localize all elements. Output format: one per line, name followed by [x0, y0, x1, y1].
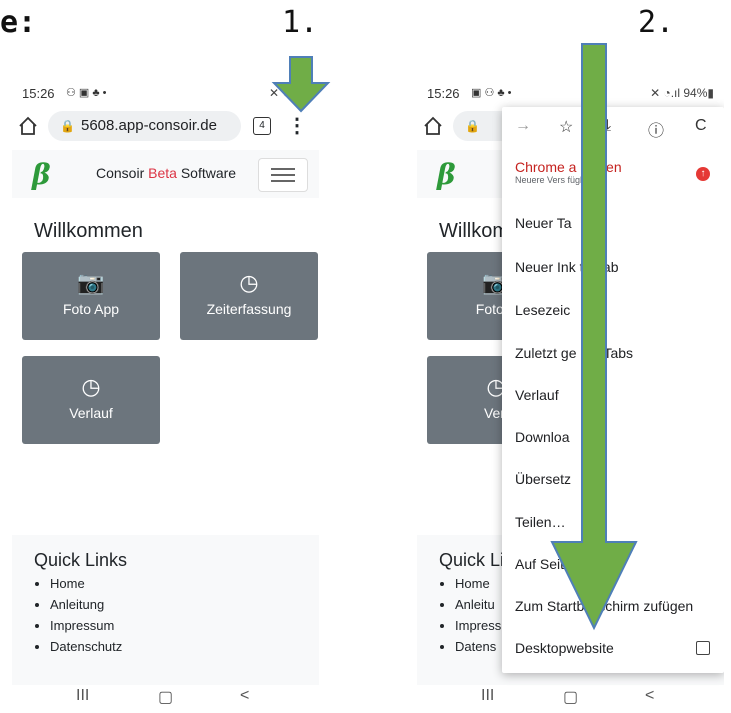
home-button-icon[interactable]: ▢ — [158, 687, 173, 707]
system-nav-bar: III ▢ < — [417, 685, 724, 710]
hamburger-line — [271, 168, 295, 170]
address-bar[interactable]: 🔒 5608.app-consoir.de — [48, 111, 241, 141]
lock-icon: 🔒 — [465, 119, 480, 133]
update-alert-icon: ↑ — [696, 167, 710, 181]
tile-label: Foto App — [62, 301, 120, 317]
down-arrow-annotation — [550, 43, 638, 631]
site-logo[interactable]: β — [32, 158, 51, 191]
home-button-icon[interactable]: ▢ — [563, 687, 578, 707]
desktop-site-checkbox[interactable] — [696, 641, 710, 655]
recents-icon[interactable]: III — [76, 687, 89, 705]
quick-links-list: Home Anleitu Impress Datens — [437, 573, 501, 657]
quick-link-datenschutz[interactable]: Datenschutz — [50, 636, 122, 657]
brand-suffix: Software — [176, 165, 237, 181]
quick-link-anleitung[interactable]: Anleitu — [455, 594, 501, 615]
url-text: 5608.app-consoir.de — [81, 117, 217, 134]
status-bar: 15:26 ⚇ ▣ ♣ • ✕ ◔.ıl 9 — [22, 83, 309, 103]
site-logo[interactable]: β — [437, 158, 456, 191]
tile-label: Verlauf — [69, 405, 113, 421]
menu-item-desktop-site[interactable]: Desktopwebsite — [515, 640, 614, 656]
hamburger-line — [271, 180, 295, 182]
quick-link-home[interactable]: Home — [455, 573, 501, 594]
back-icon[interactable]: < — [645, 687, 654, 705]
home-icon[interactable] — [17, 115, 39, 137]
footer-quick-links: Quick Links Home Anleitung Impressum Dat… — [12, 535, 319, 685]
forward-icon[interactable]: → — [515, 117, 531, 135]
quick-links-list: Home Anleitung Impressum Datenschutz — [32, 573, 122, 657]
quick-link-datenschutz[interactable]: Datens — [455, 636, 501, 657]
status-time: 15:26 — [22, 86, 55, 101]
tile-zeiterfassung[interactable]: ◷ Zeiterfassung — [180, 252, 318, 340]
back-icon[interactable]: < — [240, 687, 249, 705]
step-label-fragment: e: — [0, 5, 37, 40]
system-nav-bar: III ▢ < — [12, 685, 319, 710]
site-brand[interactable]: Consoir Beta Software — [96, 165, 236, 181]
hamburger-line — [271, 174, 295, 176]
quick-link-impressum[interactable]: Impressum — [50, 615, 122, 636]
quick-link-impressum[interactable]: Impress — [455, 615, 501, 636]
history-icon: ◷ — [81, 374, 101, 399]
lock-icon: 🔒 — [60, 119, 75, 133]
camera-icon: 📷 — [77, 270, 105, 295]
step-label-2: 2. — [638, 5, 675, 40]
footer-title: Quick Links — [34, 550, 128, 570]
step-label-1: 1. — [282, 5, 319, 40]
status-icons: ⚇ ▣ ♣ • — [66, 87, 107, 99]
clock-icon: ◷ — [239, 270, 259, 295]
page-title: Willkom — [439, 220, 509, 242]
site-navbar: β Consoir Beta Software — [12, 150, 319, 198]
refresh-icon[interactable]: C — [695, 117, 707, 135]
tab-switcher-button[interactable]: 4 — [253, 117, 271, 135]
quick-link-home[interactable]: Home — [50, 573, 122, 594]
recents-icon[interactable]: III — [481, 687, 494, 705]
down-arrow-annotation — [271, 56, 331, 113]
brand-prefix: Consoir — [96, 165, 149, 181]
status-time: 15:26 — [427, 86, 460, 101]
status-right-icons: ✕ ◔.ıl 94%▮ — [650, 86, 714, 100]
brand-beta: Beta — [148, 165, 177, 181]
more-menu-icon[interactable]: ⋮ — [287, 113, 307, 139]
quick-link-anleitung[interactable]: Anleitung — [50, 594, 122, 615]
status-icons: ▣ ⚇ ♣ • — [471, 87, 512, 99]
tile-verlauf[interactable]: ◷ Verlauf — [22, 356, 160, 444]
home-icon[interactable] — [422, 115, 444, 137]
phone-screenshot-1: 15:26 ⚇ ▣ ♣ • ✕ ◔.ıl 9 🔒 5608.app-consoi… — [12, 75, 319, 710]
page-title: Willkommen — [34, 220, 143, 242]
tile-foto-app[interactable]: 📷 Foto App — [22, 252, 160, 340]
tile-label: Zeiterfassung — [206, 301, 292, 317]
info-icon[interactable]: ⓘ — [648, 117, 664, 141]
hamburger-menu-button[interactable] — [258, 158, 308, 192]
